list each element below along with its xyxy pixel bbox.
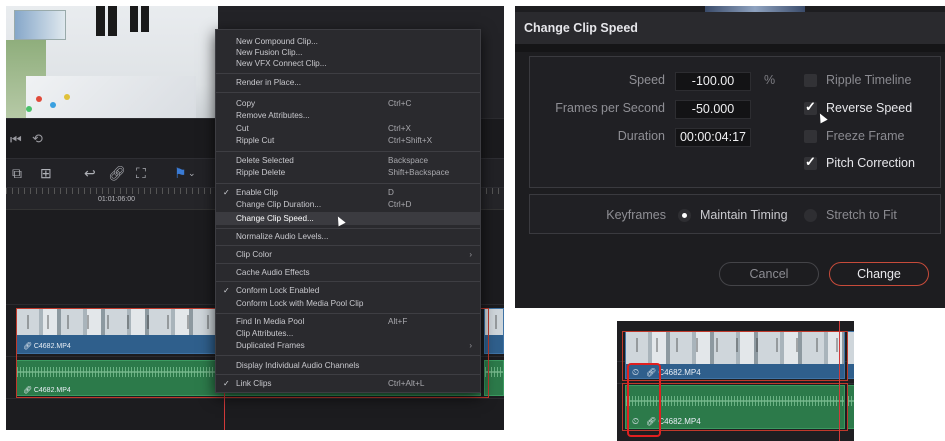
chevron-down-icon[interactable]: ⌄ [188, 168, 196, 179]
menu-separator [216, 281, 480, 282]
person-leg [108, 6, 117, 36]
duration-input[interactable]: 00:00:04:17 [675, 128, 751, 147]
audio-waveform [848, 396, 854, 406]
menu-separator [216, 92, 480, 93]
menu-item-conform-lock-enabled[interactable]: ✓ Conform Lock Enabled [216, 285, 480, 296]
menu-item-clip-attributes[interactable]: Clip Attributes... [216, 328, 480, 339]
menu-separator [216, 245, 480, 246]
checkmark-icon: ✓ [805, 99, 816, 114]
fps-input[interactable]: -50.000 [675, 100, 751, 119]
decor-dot [26, 106, 32, 112]
cancel-button[interactable]: Cancel [719, 262, 819, 286]
person-leg [141, 6, 149, 32]
decor-dot [50, 102, 56, 108]
menu-item-cut[interactable]: Cut Ctrl+X [216, 123, 480, 134]
menu-item-cache-audio-effects[interactable]: Cache Audio Effects [216, 267, 480, 278]
stretch-to-fit-label: Stretch to Fit [826, 208, 897, 222]
menu-item-display-audio-channels[interactable]: Display Individual Audio Channels [216, 360, 480, 371]
menu-item-copy[interactable]: Copy Ctrl+C [216, 98, 480, 109]
fps-label: Frames per Second [555, 101, 665, 115]
track-divider [6, 398, 504, 399]
retime-icon-callout [627, 363, 661, 437]
stretch-to-fit-radio[interactable] [804, 209, 817, 222]
menu-item-enable-clip[interactable]: ✓ Enable Clip D [216, 187, 480, 198]
keyframes-panel: Keyframes Maintain Timing Stretch to Fit [529, 194, 941, 234]
pitch-correction-checkbox[interactable]: ✓ [804, 154, 817, 170]
person-leg [96, 6, 105, 36]
video-clip-next[interactable] [847, 331, 854, 379]
menu-item-delete-selected[interactable]: Delete Selected Backspace [216, 155, 480, 166]
menu-item-new-compound-clip[interactable]: New Compound Clip... [216, 36, 480, 47]
menu-separator [216, 313, 480, 314]
pitch-correction-label: Pitch Correction [826, 156, 915, 170]
reverse-speed-checkbox[interactable]: ✓ [804, 99, 817, 115]
menu-item-conform-lock-media-pool[interactable]: Conform Lock with Media Pool Clip [216, 298, 480, 309]
overwrite-clip-icon[interactable]: ⊞ [40, 165, 52, 182]
menu-item-ripple-delete[interactable]: Ripple Delete Shift+Backspace [216, 167, 480, 178]
menu-separator [216, 263, 480, 264]
menu-separator [216, 374, 480, 375]
viewer-frame-image [6, 6, 218, 118]
chevron-right-icon: › [469, 250, 472, 259]
maintain-timing-label: Maintain Timing [700, 208, 788, 222]
timeline-window: ⏮ ⟲ ⧉ ⊞ ↩ 🔗︎ ⛶ ⚑ ⌄ 01:01:06:00 🔗︎ C4682.… [6, 6, 504, 430]
duration-label: Duration [617, 129, 665, 143]
check-icon: ✓ [223, 379, 230, 388]
check-icon: ✓ [223, 188, 230, 197]
position-lock-icon[interactable]: ⛶ [136, 165, 146, 182]
flag-icon[interactable]: ⚑ [174, 165, 187, 182]
menu-item-change-clip-speed[interactable]: Change Clip Speed... [216, 212, 480, 225]
menu-item-duplicated-frames[interactable]: Duplicated Frames › [216, 340, 480, 351]
menu-item-normalize-audio-levels[interactable]: Normalize Audio Levels... [216, 231, 480, 242]
menu-item-remove-attributes[interactable]: Remove Attributes... [216, 110, 480, 121]
menu-separator [216, 355, 480, 356]
menu-separator [216, 183, 480, 184]
menu-separator [216, 73, 480, 74]
menu-item-render-in-place[interactable]: Render in Place... [216, 77, 480, 88]
freeze-frame-checkbox[interactable] [804, 130, 817, 143]
ripple-timeline-checkbox[interactable] [804, 74, 817, 87]
menu-item-new-fusion-clip[interactable]: New Fusion Clip... [216, 47, 480, 58]
menu-item-change-clip-duration[interactable]: Change Clip Duration... Ctrl+D [216, 199, 480, 210]
speed-input[interactable]: -100.00 [675, 72, 751, 91]
skip-to-start-icon[interactable]: ⏮ [10, 132, 22, 148]
linked-selection-icon[interactable]: 🔗︎ [108, 165, 126, 182]
ruler-timecode: 01:01:06:00 [98, 196, 135, 203]
checkmark-icon: ✓ [805, 154, 816, 169]
poster-graphic [14, 10, 66, 40]
maintain-timing-radio[interactable] [678, 209, 691, 222]
menu-item-link-clips[interactable]: ✓ Link Clips Ctrl+Alt+L [216, 378, 480, 389]
video-thumbnails [848, 332, 854, 364]
change-clip-speed-dialog: Change Clip Speed Speed -100.00 % Frames… [515, 6, 945, 308]
speed-unit: % [764, 73, 776, 87]
dialog-header-shadow [515, 44, 945, 52]
dialog-title: Change Clip Speed [515, 12, 945, 44]
snapping-icon[interactable]: ↩ [84, 165, 96, 182]
check-icon: ✓ [223, 286, 230, 295]
menu-item-clip-color[interactable]: Clip Color › [216, 249, 480, 260]
speed-settings-panel: Speed -100.00 % Frames per Second -50.00… [529, 56, 941, 188]
speed-label: Speed [628, 73, 665, 87]
change-button[interactable]: Change [829, 262, 929, 286]
menu-separator [216, 151, 480, 152]
loop-icon[interactable]: ⟲ [32, 131, 43, 147]
decor-dot [36, 96, 42, 102]
menu-item-new-vfx-connect-clip[interactable]: New VFX Connect Clip... [216, 58, 480, 69]
insert-clip-icon[interactable]: ⧉ [12, 165, 22, 182]
audio-clip-next[interactable] [847, 385, 854, 429]
clip-context-menu: New Compound Clip... New Fusion Clip... … [215, 29, 481, 393]
playhead[interactable] [839, 321, 840, 441]
reverse-speed-label: Reverse Speed [826, 101, 913, 115]
chevron-right-icon: › [469, 341, 472, 350]
person-leg [130, 6, 138, 32]
timeline-zoom-inset: ⏲ 🔗︎ C4682.MP4 ⏲ 🔗︎ C4682.MP4 [617, 321, 854, 441]
menu-item-ripple-cut[interactable]: Ripple Cut Ctrl+Shift+X [216, 135, 480, 146]
decor-dot [64, 94, 70, 100]
keyframes-label: Keyframes [606, 208, 666, 222]
menu-item-find-in-media-pool[interactable]: Find In Media Pool Alt+F [216, 316, 480, 327]
ripple-timeline-label: Ripple Timeline [826, 73, 912, 87]
floor-graphic [26, 76, 196, 118]
freeze-frame-label: Freeze Frame [826, 129, 905, 143]
menu-separator [216, 228, 480, 229]
